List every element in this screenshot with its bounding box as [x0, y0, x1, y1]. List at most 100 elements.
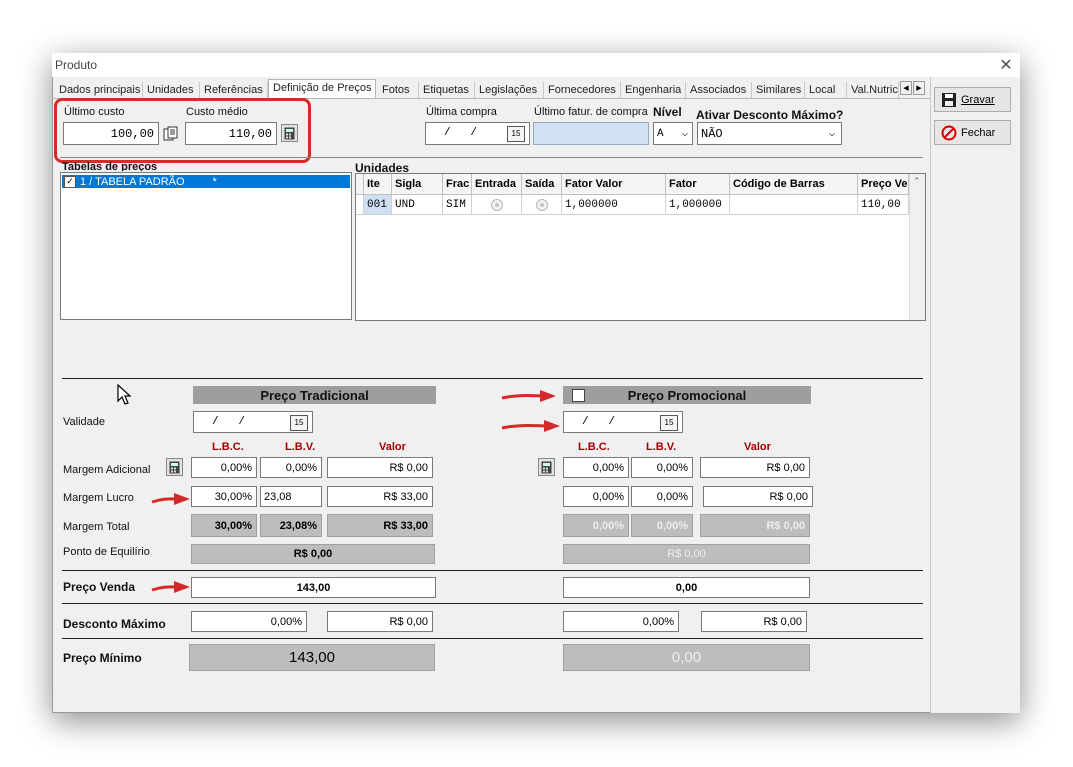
col-ite[interactable]: Ite — [364, 174, 392, 195]
list-item[interactable]: ✓ 1 / TABELA PADRÃO * — [62, 175, 350, 188]
tabs-scroll-right-icon[interactable]: ▶ — [913, 81, 925, 95]
table-cell[interactable]: 1,000000 — [562, 195, 666, 215]
grid-scrollbar[interactable]: ⌃ — [909, 174, 925, 320]
promo-desconto-valor-field[interactable]: R$ 0,00 — [701, 611, 807, 632]
tab-fotos[interactable]: Fotos — [378, 82, 419, 99]
ultimo-fatur-field[interactable] — [533, 122, 649, 145]
calendar-icon[interactable]: 15 — [660, 415, 678, 431]
nivel-label: Nível — [653, 105, 682, 119]
promo-adicional-lbv-field[interactable]: 0,00% — [631, 457, 693, 478]
tab-fornecedores[interactable]: Fornecedores — [544, 82, 621, 99]
checkbox-checked[interactable]: ✓ — [64, 175, 76, 188]
col-fator-valor[interactable]: Fator Valor — [562, 174, 666, 195]
close-button[interactable]: Fechar — [934, 120, 1011, 145]
table-cell[interactable]: 1,000000 — [666, 195, 730, 215]
col-fator[interactable]: Fator — [666, 174, 730, 195]
table-cell[interactable]: 001 — [364, 195, 392, 215]
preco-venda-label: Preço Venda — [63, 580, 136, 594]
col-frac[interactable]: Frac — [443, 174, 472, 195]
table-cell[interactable]: 110,00 — [858, 195, 909, 215]
divider-venda — [62, 570, 923, 571]
tabelas-label: Tabelas de preços — [62, 161, 158, 171]
table-cell[interactable] — [730, 195, 858, 215]
promocional-checkbox[interactable] — [572, 389, 585, 402]
promo-lucro-lbc-field[interactable]: 0,00% — [563, 486, 629, 507]
actions-panel — [930, 77, 1020, 713]
divider-minimo — [62, 638, 923, 639]
tabela-flag: * — [212, 175, 217, 188]
promo-adicional-lbc-field[interactable]: 0,00% — [563, 457, 629, 478]
tab-referencias[interactable]: Referências — [200, 82, 268, 99]
saida-radio-cell[interactable] — [522, 195, 562, 215]
lbc-header: L.B.C. — [212, 441, 244, 453]
tab-definicao-de-precos[interactable]: Definição de Preços — [268, 79, 376, 99]
margem-adicional-label: Margem Adicional — [63, 464, 151, 476]
desconto-valor-field[interactable]: R$ 0,00 — [327, 611, 433, 632]
promo-lucro-lbv-field[interactable]: 0,00% — [631, 486, 693, 507]
table-cell[interactable]: SIM — [443, 195, 472, 215]
desconto-maximo-select[interactable]: NÃO ⌵ — [697, 122, 842, 145]
promo-valor-header: Valor — [744, 441, 771, 453]
calculator-icon[interactable] — [166, 458, 183, 476]
chevron-up-icon[interactable]: ⌃ — [913, 176, 921, 187]
promo-preco-minimo-field: 0,00 — [563, 644, 810, 671]
tabs-scroll-left-icon[interactable]: ◀ — [900, 81, 912, 95]
save-button-label: Gravar — [961, 93, 995, 106]
nivel-select[interactable]: A ⌵ — [653, 122, 693, 145]
promo-adicional-valor-field[interactable]: R$ 0,00 — [700, 457, 810, 478]
ultima-compra-field[interactable]: / / 15 — [425, 122, 530, 145]
total-valor-field: R$ 33,00 — [327, 514, 433, 537]
calendar-icon[interactable]: 15 — [290, 415, 308, 431]
entrada-radio[interactable] — [490, 198, 503, 211]
preco-tradicional-header: Preço Tradicional — [193, 386, 436, 404]
mouse-cursor-icon — [117, 384, 132, 405]
col-saida[interactable]: Saída — [522, 174, 562, 195]
promo-total-valor-field: R$ 0,00 — [700, 514, 810, 537]
calendar-icon[interactable]: 15 — [507, 126, 525, 142]
chevron-down-icon: ⌵ — [681, 128, 688, 140]
promo-lucro-valor-field[interactable]: R$ 0,00 — [703, 486, 813, 507]
col-entrada[interactable]: Entrada — [472, 174, 522, 195]
save-button[interactable]: Gravar — [934, 87, 1011, 112]
tab-engenharia[interactable]: Engenharia — [621, 82, 686, 99]
tab-etiquetas[interactable]: Etiquetas — [419, 82, 475, 99]
tab-similares[interactable]: Similares — [752, 82, 805, 99]
red-arrow-icon — [151, 493, 190, 505]
adicional-lbc-field[interactable]: 0,00% — [191, 457, 257, 478]
close-window-button[interactable]: ✕ — [996, 55, 1016, 75]
ultima-compra-label: Última compra — [426, 106, 497, 118]
lucro-lbc-field[interactable]: 30,00% — [191, 486, 257, 507]
promo-desconto-pct-field[interactable]: 0,00% — [563, 611, 679, 632]
tab-dados-principais[interactable]: Dados principais — [55, 82, 143, 99]
validade-tradicional-field[interactable]: / / 15 — [193, 411, 313, 433]
margem-lucro-label: Margem Lucro — [63, 492, 134, 504]
table-cell[interactable]: UND — [392, 195, 443, 215]
entrada-radio-cell[interactable] — [472, 195, 522, 215]
col-codigo-barras[interactable]: Código de Barras — [730, 174, 858, 195]
tab-val-nutric[interactable]: Val.Nutric — [847, 82, 899, 99]
lucro-lbv-field[interactable]: 23,08 — [260, 486, 322, 507]
calculator-icon[interactable] — [538, 458, 555, 476]
col-preco-venda[interactable]: Preço Ve — [858, 174, 909, 195]
desconto-pct-field[interactable]: 0,00% — [191, 611, 307, 632]
lucro-valor-field[interactable]: R$ 33,00 — [327, 486, 433, 507]
nivel-value: A — [657, 127, 664, 140]
tab-associados[interactable]: Associados — [686, 82, 752, 99]
desconto-maximo-row-label: Desconto Máximo — [63, 617, 166, 631]
tab-local[interactable]: Local — [805, 82, 847, 99]
red-arrow-icon — [501, 390, 556, 402]
promo-lbv-header: L.B.V. — [646, 441, 677, 453]
validade-promocional-field[interactable]: / / 15 — [563, 411, 683, 433]
row-indicator — [356, 195, 364, 215]
adicional-lbv-field[interactable]: 0,00% — [260, 457, 322, 478]
tab-unidades[interactable]: Unidades — [143, 82, 200, 99]
col-sigla[interactable]: Sigla — [392, 174, 443, 195]
adicional-valor-field[interactable]: R$ 0,00 — [327, 457, 433, 478]
promo-preco-venda-field[interactable]: 0,00 — [563, 577, 810, 598]
saida-radio[interactable] — [535, 198, 548, 211]
tab-legislacoes[interactable]: Legislações — [475, 82, 544, 99]
red-arrow-icon — [151, 581, 190, 593]
chevron-down-icon: ⌵ — [828, 128, 835, 140]
window-title: Produto — [55, 58, 98, 72]
preco-venda-field[interactable]: 143,00 — [191, 577, 436, 598]
